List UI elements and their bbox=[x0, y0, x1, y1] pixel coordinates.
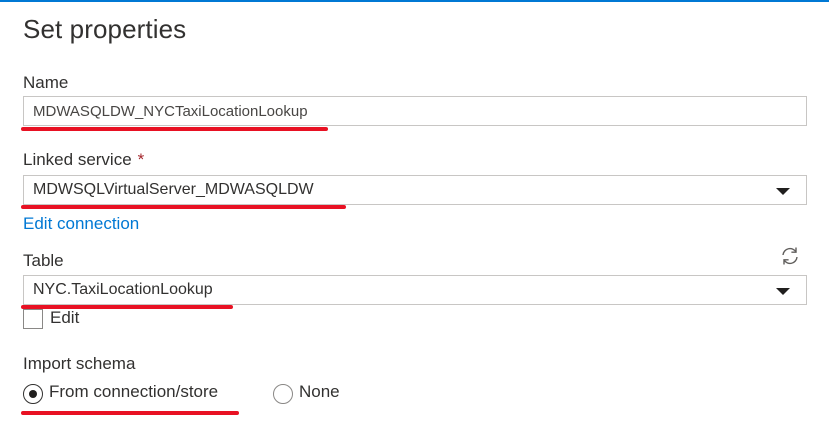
edit-table-checkbox[interactable] bbox=[23, 309, 43, 329]
import-schema-label: Import schema bbox=[23, 354, 136, 373]
radio-from-connection-store-label[interactable]: From connection/store bbox=[49, 382, 218, 402]
linked-service-label: Linked service * bbox=[23, 150, 144, 170]
table-value: NYC.TaxiLocationLookup bbox=[33, 281, 213, 298]
edit-table-checkbox-label: Edit bbox=[50, 308, 80, 327]
name-input[interactable]: MDWASQLDW_NYCTaxiLocationLookup bbox=[23, 96, 807, 126]
linked-service-highlight-underline bbox=[21, 205, 346, 209]
linked-service-value: MDWSQLVirtualServer_MDWASQLDW bbox=[33, 181, 314, 198]
chevron-down-icon[interactable] bbox=[776, 188, 790, 195]
name-highlight-underline bbox=[21, 127, 328, 131]
name-label: Name bbox=[23, 73, 69, 92]
panel-title: Set properties bbox=[23, 14, 187, 44]
required-marker: * bbox=[137, 150, 145, 169]
table-label: Table bbox=[23, 251, 64, 270]
radio-none[interactable] bbox=[273, 384, 293, 404]
radio-from-connection-store[interactable] bbox=[23, 384, 43, 404]
import-schema-highlight-underline bbox=[21, 411, 239, 415]
linked-service-select[interactable]: MDWSQLVirtualServer_MDWASQLDW bbox=[23, 175, 807, 205]
radio-selected-dot bbox=[29, 390, 37, 398]
panel-top-border bbox=[0, 0, 829, 2]
edit-connection-link[interactable]: Edit connection bbox=[23, 214, 139, 234]
chevron-down-icon[interactable] bbox=[776, 288, 790, 295]
radio-none-label[interactable]: None bbox=[299, 382, 340, 402]
name-input-value: MDWASQLDW_NYCTaxiLocationLookup bbox=[33, 103, 308, 120]
table-select[interactable]: NYC.TaxiLocationLookup bbox=[23, 275, 807, 305]
linked-service-label-text: Linked service bbox=[23, 150, 132, 169]
refresh-icon[interactable] bbox=[779, 245, 801, 267]
